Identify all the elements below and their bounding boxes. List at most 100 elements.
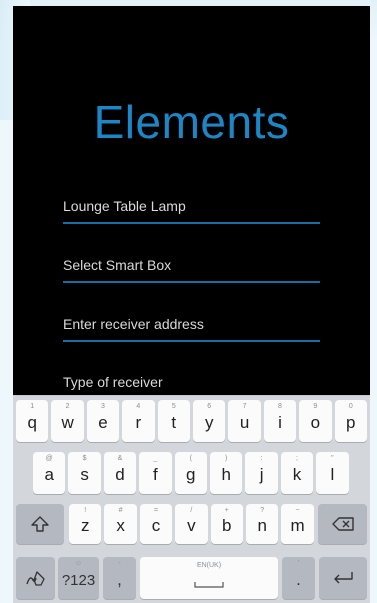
key-f[interactable]: _ f xyxy=(139,452,172,494)
key-s[interactable]: $ s xyxy=(68,452,101,494)
key-label: g xyxy=(186,465,196,484)
key-hint: _ xyxy=(153,455,158,462)
key-t[interactable]: 5t xyxy=(157,400,190,442)
key-hint: 7 xyxy=(242,403,247,410)
key-label: m xyxy=(290,516,305,535)
key-label: l xyxy=(330,465,335,484)
key-label: j xyxy=(259,465,264,484)
key-label: r xyxy=(135,413,142,432)
key-label: x xyxy=(116,516,125,535)
key-j[interactable]: :j xyxy=(245,452,278,494)
key-u[interactable]: 7u xyxy=(228,400,261,442)
key-hint: @ xyxy=(45,455,53,462)
key-label: f xyxy=(153,465,158,484)
key-hint: + xyxy=(224,507,229,514)
app-title: Elements xyxy=(93,96,290,148)
key-hint: ~ xyxy=(295,507,300,514)
key-label: d xyxy=(115,465,125,484)
comma-key[interactable]: - , xyxy=(103,557,136,599)
key-label: s xyxy=(80,465,89,484)
key-y[interactable]: 6y xyxy=(193,400,226,442)
key-hint: 2 xyxy=(65,403,70,410)
key-label: i xyxy=(278,413,282,432)
receiver-type-input[interactable] xyxy=(63,368,320,396)
key-r[interactable]: 4r xyxy=(122,400,155,442)
key-label: h xyxy=(221,465,231,484)
space-icon xyxy=(194,582,224,588)
space-language-hint: EN(UK) xyxy=(196,562,222,569)
key-label: k xyxy=(292,465,302,484)
key-hint: = xyxy=(153,507,159,514)
period-hint: ' xyxy=(297,560,300,567)
smart-box-field[interactable] xyxy=(63,251,320,283)
key-label: y xyxy=(204,413,214,432)
key-z[interactable]: ! z xyxy=(69,504,102,544)
handwriting-key[interactable] xyxy=(16,557,55,599)
soft-keyboard: ☺ ?123 - , EN(UK) ' . 1q2w3e4r5t6y7u8i9o… xyxy=(13,395,370,603)
key-e[interactable]: 3e xyxy=(86,400,120,442)
key-hint: ) xyxy=(225,455,228,462)
period-key[interactable]: ' . xyxy=(282,557,315,599)
key-v[interactable]: / v xyxy=(175,504,208,544)
shift-key[interactable] xyxy=(16,504,64,544)
key-hint: ? xyxy=(260,507,265,514)
receiver-address-field[interactable] xyxy=(63,310,320,342)
key-hint: ( xyxy=(189,455,192,462)
key-label: q xyxy=(27,413,37,432)
key-hint: 9 xyxy=(313,403,318,410)
key-label: a xyxy=(44,465,54,484)
key-hint: 5 xyxy=(171,403,176,410)
key-h[interactable]: ) h xyxy=(210,452,243,494)
backspace-key[interactable] xyxy=(318,504,367,544)
key-p[interactable]: 0p xyxy=(334,400,367,442)
key-label: u xyxy=(239,413,250,432)
key-b[interactable]: + b xyxy=(210,504,243,544)
key-label: o xyxy=(310,413,321,432)
key-label: b xyxy=(222,516,232,535)
key-label: z xyxy=(80,516,90,535)
key-hint: ; xyxy=(296,455,298,462)
key-q[interactable]: 1q xyxy=(16,400,49,442)
key-n[interactable]: ? n xyxy=(246,504,279,544)
device-name-input[interactable] xyxy=(63,192,320,220)
space-key[interactable]: EN(UK) xyxy=(140,557,278,599)
key-o[interactable]: 9o xyxy=(299,400,332,442)
key-hint: 8 xyxy=(278,403,282,410)
smart-box-input[interactable] xyxy=(63,251,320,279)
key-hint: # xyxy=(118,507,123,514)
key-hint: 0 xyxy=(348,403,353,410)
enter-icon xyxy=(332,571,354,585)
key-hint: 1 xyxy=(30,403,35,410)
handwriting-icon xyxy=(25,568,47,588)
key-label: n xyxy=(257,516,267,535)
phone-screen: Elements ☺ ?123 xyxy=(13,6,370,603)
key-m[interactable]: ~ m xyxy=(281,504,314,544)
shift-arrow-icon xyxy=(31,516,49,532)
comma-label: , xyxy=(117,570,122,589)
key-k[interactable]: ; k xyxy=(280,452,314,494)
key-label: e xyxy=(98,413,108,432)
key-w[interactable]: 2w xyxy=(51,400,84,442)
backspace-icon xyxy=(331,517,354,531)
key-hint: " xyxy=(331,455,334,462)
key-g[interactable]: (g xyxy=(174,452,207,494)
key-hint: / xyxy=(190,507,193,514)
key-label: t xyxy=(171,413,177,432)
key-l[interactable]: " l xyxy=(316,452,349,494)
key-hint: ! xyxy=(84,507,87,514)
symbols-key[interactable]: ☺ ?123 xyxy=(58,557,99,599)
key-a[interactable]: @ a xyxy=(33,452,66,494)
key-i[interactable]: 8i xyxy=(263,400,297,442)
key-label: c xyxy=(151,516,161,535)
key-hint: $ xyxy=(82,455,87,462)
key-hint: : xyxy=(260,455,263,462)
receiver-address-input[interactable] xyxy=(63,310,320,338)
device-name-field[interactable] xyxy=(63,192,320,224)
key-label: w xyxy=(61,413,74,432)
key-d[interactable]: & d xyxy=(103,452,137,494)
key-hint: 3 xyxy=(101,403,105,410)
key-x[interactable]: # x xyxy=(104,504,137,544)
key-c[interactable]: = c xyxy=(139,504,173,544)
key-hint: 4 xyxy=(136,403,141,410)
enter-key[interactable] xyxy=(319,557,367,599)
